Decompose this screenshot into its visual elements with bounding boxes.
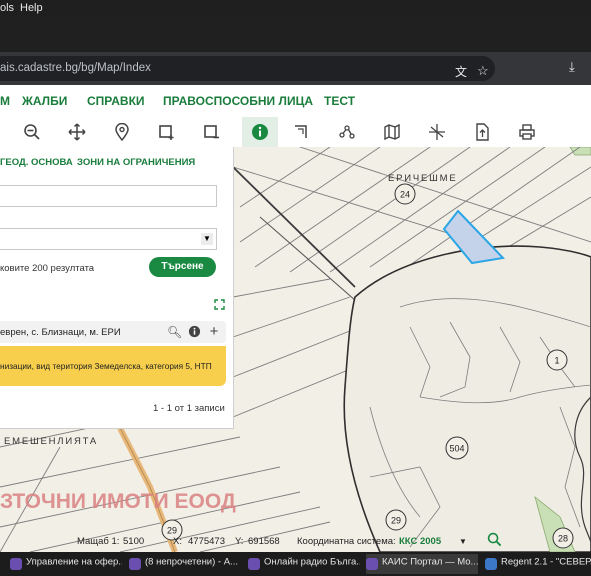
location-pin-icon[interactable] [107, 117, 137, 147]
bookmark-star-icon[interactable]: ☆ [477, 63, 489, 79]
nav-item-licensed-persons[interactable]: ПРАВОСПОСОБНИ ЛИЦА [163, 94, 313, 108]
tab-geodetic-base[interactable]: ГЕОД. ОСНОВА [0, 157, 73, 168]
zoom-to-icon[interactable]: 🔍︎ [167, 325, 182, 339]
browser-menubar: ols Help [0, 0, 591, 17]
browser-icon [248, 558, 260, 570]
map-status-bar: Мащаб 1: 5100 X: 4775473 Y: 691568 Коорд… [0, 531, 591, 552]
result-text: еврен, с. Близнаци, м. ЕРИ [0, 327, 121, 338]
url-field[interactable]: ais.cadastre.bg/bg/Map/Index 文 ☆ [0, 56, 495, 81]
tab-restriction-zones[interactable]: ЗОНИ НА ОГРАНИЧЕНИЯ [77, 157, 195, 168]
locality-label: ЕРИЧЕШМЕ [388, 173, 458, 184]
crs-select[interactable]: ККС 2005 [399, 536, 441, 547]
limit-text: ковите 200 резултата [0, 263, 95, 274]
url-text: ais.cadastre.bg/bg/Map/Index [0, 62, 151, 74]
parcel-number: 24 [400, 190, 410, 200]
parcel-number: 29 [391, 516, 401, 526]
menu-tools[interactable]: ols [0, 2, 14, 14]
search-button[interactable]: Търсене [149, 257, 216, 277]
x-label: X: [173, 536, 182, 547]
x-value: 4775473 [188, 536, 225, 547]
search-type-select[interactable]: ▼ [0, 228, 217, 250]
nav-item-partial[interactable]: М [0, 94, 10, 108]
info-icon[interactable] [242, 117, 278, 147]
map-toolbar [0, 117, 591, 148]
results-count: 1 - 1 от 1 записи [153, 403, 225, 414]
deselect-rectangle-icon[interactable] [197, 117, 227, 147]
measure-line-icon[interactable] [332, 117, 362, 147]
search-coordinates-icon[interactable] [487, 532, 502, 550]
search-panel: ГЕОД. ОСНОВА ЗОНИ НА ОГРАНИЧЕНИЯ ▼ ковит… [0, 147, 234, 429]
locality-label: ЕМЕШЕНЛИЯТА [4, 436, 98, 447]
map-layers-icon[interactable] [377, 117, 407, 147]
app-icon [485, 558, 497, 570]
translate-icon[interactable]: 文 [455, 63, 467, 80]
download-icon[interactable]: ⤓ [569, 59, 575, 75]
browser-tabstrip [0, 17, 591, 52]
chevron-down-icon[interactable]: ▼ [459, 537, 467, 546]
upload-file-icon[interactable] [467, 117, 497, 147]
pan-icon[interactable] [62, 117, 92, 147]
y-label: Y: [235, 536, 244, 547]
expand-icon[interactable] [214, 299, 225, 310]
os-taskbar: Управление на офер... (8 непрочетени) - … [0, 552, 591, 576]
taskbar-item[interactable]: Онлайн радио Бълга... [248, 554, 360, 574]
y-value: 691568 [248, 536, 280, 547]
chevron-down-icon[interactable]: ▼ [201, 233, 213, 245]
watermark-text: ЗТОЧНИ ИМОТИ ЕООД [0, 490, 236, 513]
taskbar-item[interactable]: (8 непрочетени) - А... [129, 554, 241, 574]
scale-label: Мащаб 1: [77, 536, 120, 547]
coordinates-icon[interactable] [422, 117, 452, 147]
zoom-out-icon[interactable] [17, 117, 47, 147]
add-icon[interactable]: + [207, 324, 221, 339]
nav-item-test[interactable]: ТЕСТ [324, 94, 355, 108]
nav-item-reports[interactable]: СПРАВКИ [87, 94, 145, 108]
crs-label: Координатна система: [297, 536, 396, 547]
result-details: низации, вид територия Земеделска, катег… [0, 346, 226, 386]
taskbar-item-active[interactable]: КАИС Портал — Мо... [366, 554, 478, 574]
search-text-input[interactable] [0, 185, 217, 207]
address-bar: ais.cadastre.bg/bg/Map/Index 文 ☆ ⤓ [0, 52, 591, 85]
browser-icon [129, 558, 141, 570]
result-row[interactable]: еврен, с. Близнаци, м. ЕРИ 🔍︎ + [0, 321, 226, 343]
browser-icon [10, 558, 22, 570]
nav-item-complaints[interactable]: ЖАЛБИ [22, 94, 67, 108]
print-icon[interactable] [512, 117, 542, 147]
site-navbar: М ЖАЛБИ СПРАВКИ ПРАВОСПОСОБНИ ЛИЦА ТЕСТ [0, 85, 591, 118]
info-icon[interactable] [187, 325, 201, 339]
parcel-number: 504 [449, 444, 464, 454]
browser-icon [366, 558, 378, 570]
result-details-text: низации, вид територия Земеделска, катег… [0, 361, 212, 371]
taskbar-item[interactable]: Управление на офер... [10, 554, 122, 574]
select-rectangle-icon[interactable] [152, 117, 182, 147]
scale-value: 5100 [123, 536, 145, 547]
menu-help[interactable]: Help [20, 2, 43, 14]
measure-area-icon[interactable] [287, 117, 317, 147]
parcel-number: 1 [554, 356, 559, 366]
taskbar-item[interactable]: Regent 2.1 - "СЕВЕР... [485, 554, 591, 574]
